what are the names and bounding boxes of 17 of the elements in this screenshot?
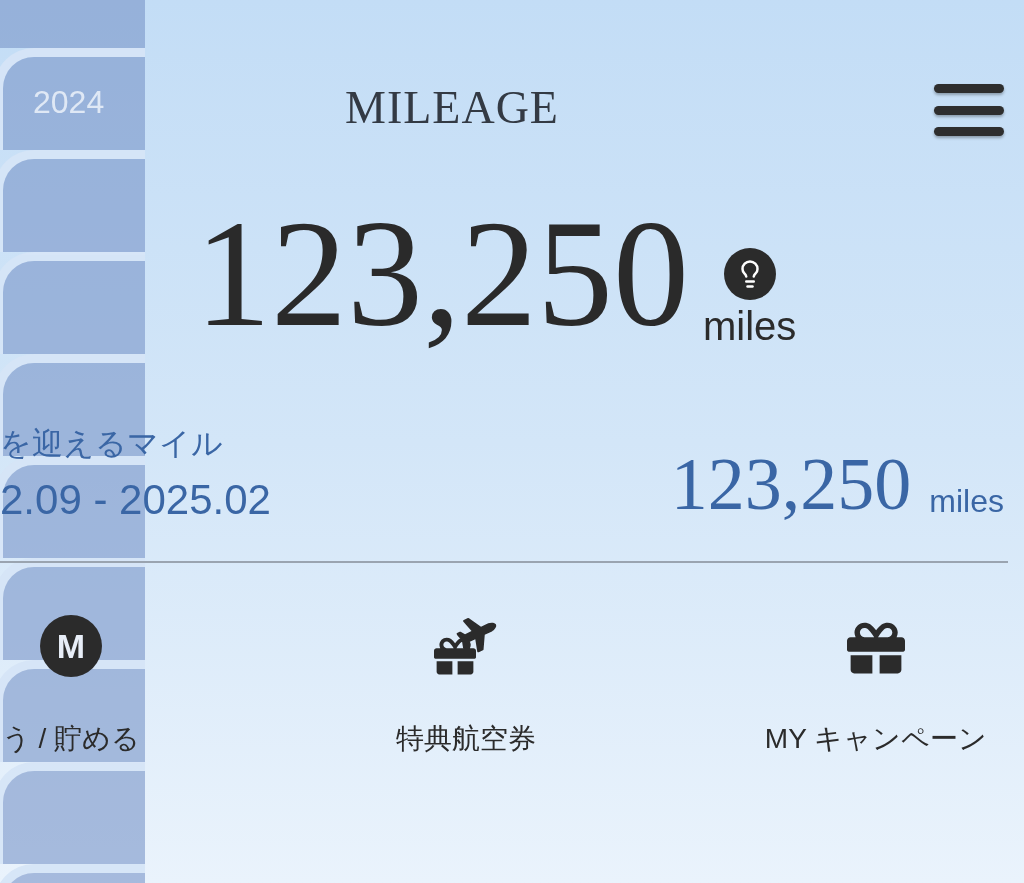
expiring-miles-unit: miles	[929, 485, 1004, 517]
shortcut-label: MY キャンペーン	[764, 725, 988, 753]
m-badge-icon: M	[40, 615, 102, 677]
expiry-period: 2.09 - 2025.02	[0, 479, 271, 521]
lightbulb-icon[interactable]	[723, 248, 776, 300]
shortcut-item[interactable]: 特典航空券	[306, 613, 626, 753]
menu-button[interactable]	[934, 82, 1004, 138]
shortcut-item[interactable]: M う / 貯める	[0, 613, 146, 753]
miles-unit: miles	[703, 306, 797, 346]
page-title: MILEAGE	[345, 85, 559, 135]
shortcut-label: う / 貯める	[1, 725, 141, 753]
total-miles: 123,250	[195, 198, 689, 350]
expiring-label: を迎えるマイル	[0, 428, 224, 459]
year-tab[interactable]	[0, 660, 145, 762]
shortcut-item[interactable]: MY キャンペーン	[736, 613, 1016, 753]
expiring-miles: 123,250	[670, 447, 912, 521]
shortcut-label: 特典航空券	[396, 725, 536, 753]
